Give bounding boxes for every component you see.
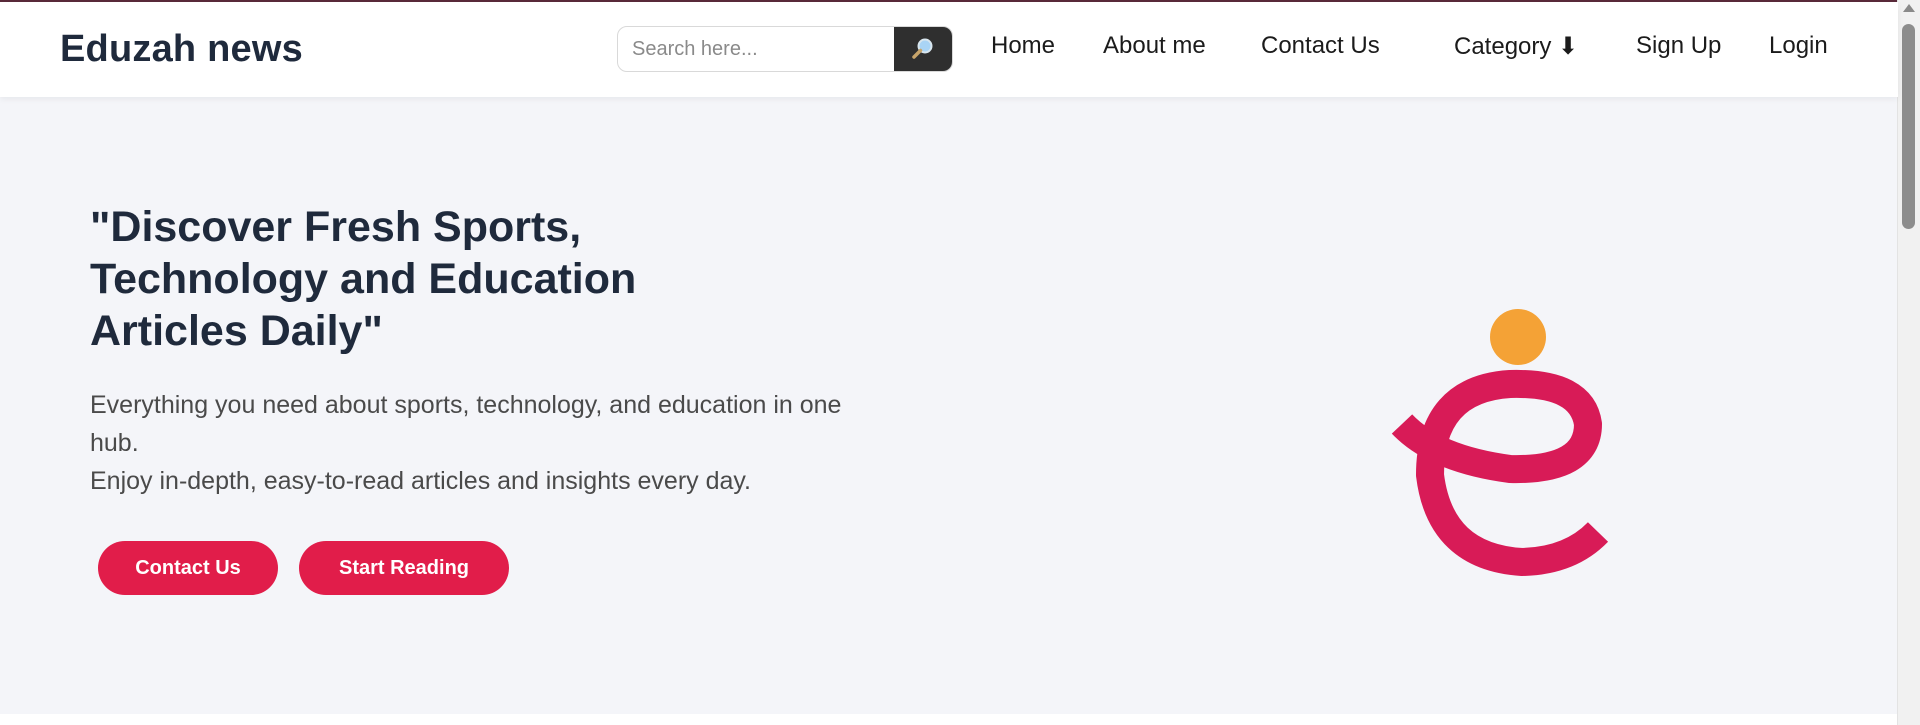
page-below-hero [0, 714, 1898, 725]
navbar: Eduzah news Home About me Contact Us Cat… [0, 2, 1898, 97]
vertical-scrollbar[interactable] [1897, 0, 1920, 725]
nav-contact-us[interactable]: Contact Us [1261, 32, 1380, 60]
nav-home[interactable]: Home [991, 32, 1055, 60]
start-reading-button[interactable]: Start Reading [299, 541, 509, 595]
hero-description-line-2: Enjoy in-depth, easy-to-read articles an… [90, 467, 751, 495]
contact-us-button[interactable]: Contact Us [98, 541, 278, 595]
nav-login[interactable]: Login [1769, 32, 1828, 60]
main-nav: Home About me Contact Us Category ⬇ Sign… [0, 32, 1898, 72]
scroll-up-arrow-icon[interactable] [1903, 4, 1915, 12]
nav-sign-up[interactable]: Sign Up [1636, 32, 1721, 60]
eduzah-e-logo-icon [1391, 309, 1609, 576]
hero-description-line-1: Everything you need about sports, techno… [90, 391, 842, 457]
scrollbar-thumb[interactable] [1902, 24, 1915, 229]
hero-title: "Discover Fresh Sports, Technology and E… [90, 203, 637, 355]
page: Eduzah news Home About me Contact Us Cat… [0, 0, 1920, 725]
nav-category-dropdown[interactable]: Category ⬇ [1454, 32, 1578, 61]
nav-about-me[interactable]: About me [1103, 32, 1206, 60]
hero-section: "Discover Fresh Sports, Technology and E… [0, 97, 1898, 714]
hero-description: Everything you need about sports, techno… [90, 386, 850, 500]
